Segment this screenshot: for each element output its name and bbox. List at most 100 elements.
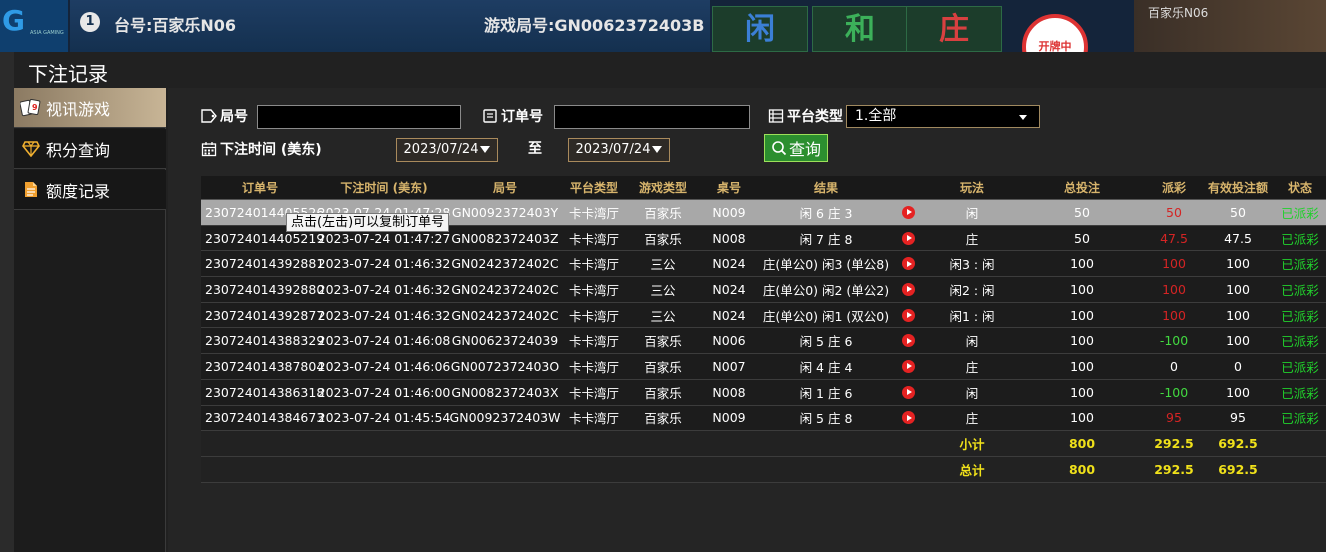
payout-cell: 0 (1170, 358, 1178, 374)
round-cell: GN0242372402C (451, 281, 559, 297)
query-button[interactable]: 查询 (764, 134, 828, 162)
bet-record-modal: 下注记录 9 视讯游戏 积分查询 额度记录 局号 订单号 平台类型 1.全部 下… (14, 52, 1326, 552)
replay-video-button[interactable] (893, 406, 923, 431)
table-row[interactable]: 230724014384673 2023-07-24 01:45:54 GN0092… (201, 405, 1326, 432)
order-number-cell[interactable]: 230724014384673 (201, 406, 324, 431)
table-number-cell: N024 (712, 307, 746, 323)
sidebar-item-points[interactable]: 积分查询 (14, 129, 166, 169)
payout-cell: 47.5 (1160, 230, 1188, 246)
bet-tie-area: 和 (812, 6, 908, 52)
list-icon (768, 109, 784, 123)
replay-video-button[interactable] (893, 328, 923, 353)
platform-select[interactable]: 1.全部 (846, 105, 1040, 128)
status-cell: 已派彩 (1281, 282, 1319, 298)
replay-video-button[interactable] (893, 200, 923, 225)
diamond-icon (20, 138, 42, 160)
result-cell: 闲 5 庄 6 (799, 334, 853, 350)
header-round: 局号 (492, 181, 517, 195)
round-input[interactable] (257, 105, 461, 129)
live-video-thumbnail: 百家乐N06 (1134, 0, 1326, 52)
round-cell: GN0092372403Y (451, 204, 559, 220)
open-status-badge: 开牌中 (1022, 14, 1088, 52)
total-bet-cell: 50 (1074, 204, 1090, 220)
logo-letter: G (2, 4, 25, 37)
table-row[interactable]: 230724014392877 2023-07-24 01:46:32 GN0242… (201, 302, 1326, 329)
table-number-cell: N024 (712, 281, 746, 297)
play-icon (901, 411, 915, 425)
table-row[interactable]: 230724014392880 2023-07-24 01:46:32 GN0242… (201, 277, 1326, 303)
method-cell: 庄 (965, 411, 979, 427)
subtotal-row: 小计 800 292.5 692.5 (201, 431, 1326, 457)
valid-bet-cell: 50 (1230, 204, 1246, 220)
replay-video-button[interactable] (893, 226, 923, 251)
grandtotal-label: 总计 (959, 462, 985, 478)
round-label: 游戏局号:GN0062372403B (484, 16, 705, 35)
replay-video-button[interactable] (893, 303, 923, 328)
table-row[interactable]: 230724014392881 2023-07-24 01:46:32 GN0242… (201, 251, 1326, 278)
table-row[interactable]: 230724014386318 2023-07-24 01:46:00 GN0082… (201, 379, 1326, 406)
game-type-cell: 百家乐 (644, 385, 682, 401)
round-cell: GN0242372402C (451, 256, 559, 272)
header-order: 订单号 (241, 181, 278, 195)
total-bet-cell: 100 (1070, 307, 1094, 323)
order-number-cell[interactable]: 230724014392877 (201, 303, 324, 328)
copy-order-tooltip: 点击(左击)可以复制订单号 (286, 213, 450, 232)
order-number-cell[interactable]: 230724014392880 (201, 277, 324, 302)
order-number-input[interactable] (554, 105, 750, 129)
round-cell: GN0242372402C (451, 307, 559, 323)
bet-time-cell: 2023-07-24 01:46:00 (317, 384, 451, 400)
order-number-cell[interactable]: 230724014392881 (201, 251, 324, 276)
result-cell: 闲 6 庄 3 (799, 205, 853, 221)
play-icon (901, 385, 915, 399)
document-icon (20, 179, 42, 201)
status-cell: 已派彩 (1281, 205, 1319, 221)
table-row[interactable]: 230724014387804 2023-07-24 01:46:06 GN0072… (201, 354, 1326, 380)
valid-bet-cell: 100 (1226, 333, 1250, 349)
payout-cell: 50 (1166, 204, 1182, 220)
playing-cards-icon: 9 (20, 97, 42, 119)
date-to-picker[interactable]: 2023/07/24 (568, 138, 670, 162)
date-from-picker[interactable]: 2023/07/24 (396, 138, 498, 162)
round-cell: GN0072372403O (450, 358, 560, 374)
sidebar-item-credit-records[interactable]: 额度记录 (14, 170, 166, 210)
result-cell: 庄(单公0) 闲3 (单公8) (762, 257, 890, 273)
replay-video-button[interactable] (893, 251, 923, 276)
bet-time-cell: 2023-07-24 01:46:32 (317, 307, 451, 323)
total-bet-cell: 100 (1070, 358, 1094, 374)
status-cell: 已派彩 (1281, 257, 1319, 273)
table-number-cell: N006 (712, 333, 746, 349)
order-number-cell[interactable]: 230724014387804 (201, 354, 324, 379)
grandtotal-valid: 692.5 (1218, 461, 1258, 477)
bet-time-cell: 2023-07-24 01:46:32 (317, 256, 451, 272)
game-type-cell: 三公 (650, 282, 676, 298)
replay-video-button[interactable] (893, 380, 923, 405)
table-row[interactable]: 230724014388329 2023-07-24 01:46:08 GN0062… (201, 328, 1326, 355)
background-left-edge (0, 52, 14, 552)
header-total-bet: 总投注 (1063, 181, 1100, 195)
sidebar: 9 视讯游戏 积分查询 额度记录 (14, 88, 166, 552)
triangle-down-icon (480, 146, 491, 153)
asia-gaming-logo: G ASIA GAMING (0, 0, 68, 52)
sidebar-item-live-games[interactable]: 9 视讯游戏 (14, 88, 166, 128)
payout-cell: -100 (1159, 384, 1189, 400)
method-cell: 闲2 : 闲 (949, 282, 995, 298)
replay-video-button[interactable] (893, 277, 923, 302)
status-cell: 已派彩 (1281, 334, 1319, 350)
game-type-cell: 三公 (650, 308, 676, 324)
grandtotal-row: 总计 800 292.5 692.5 (201, 456, 1326, 483)
total-bet-cell: 100 (1070, 384, 1094, 400)
status-cell: 已派彩 (1281, 308, 1319, 324)
game-type-cell: 百家乐 (644, 205, 682, 221)
order-number-cell[interactable]: 230724014386318 (201, 380, 324, 405)
header-platform: 平台类型 (569, 181, 618, 195)
order-number-cell[interactable]: 230724014388329 (201, 328, 324, 353)
method-cell: 庄 (965, 231, 979, 247)
round-cell: GN0082372403Z (451, 230, 559, 246)
table-number-cell: N024 (712, 256, 746, 272)
result-cell: 庄(单公0) 闲2 (单公2) (762, 282, 890, 298)
replay-video-button[interactable] (893, 354, 923, 379)
status-cell: 已派彩 (1281, 411, 1319, 427)
modal-title: 下注记录 (28, 62, 108, 86)
sidebar-item-label: 视讯游戏 (46, 99, 111, 119)
search-icon (772, 141, 787, 156)
